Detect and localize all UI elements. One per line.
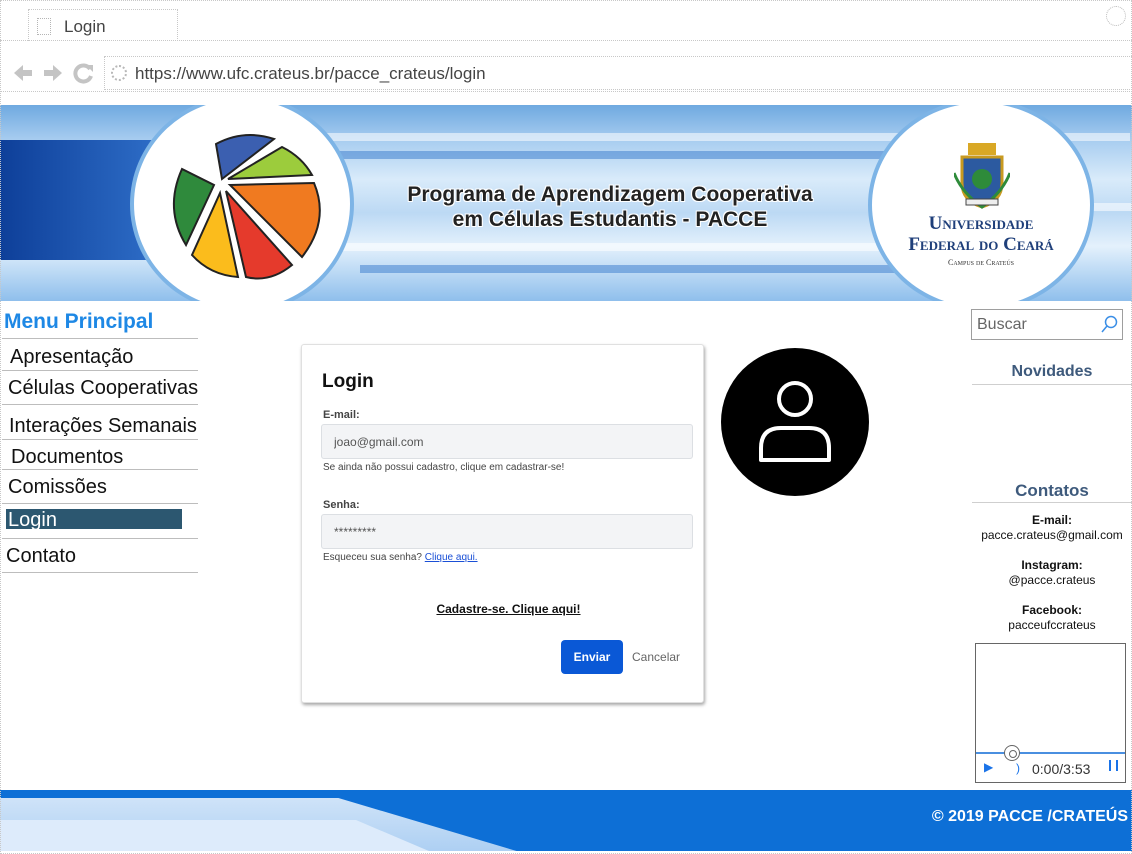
video-scrubber[interactable] [1004,745,1020,761]
footer: © 2019 PACCE /CRATEÚS [0,790,1132,851]
avatar [721,348,869,496]
video-progress-track[interactable] [976,752,1125,754]
email-label: E-mail: [323,409,360,421]
address-bar[interactable]: https://www.ufc.crateus.br/pacce_crateus… [104,56,1132,90]
video-player[interactable]: ▶ ) 0:00/3:53 [975,643,1126,783]
footer-copyright: © 2019 PACCE /CRATEÚS [931,808,1128,825]
page-icon [37,18,51,35]
banner-title-line2: em Células Estudantis - PACCE [452,208,768,231]
contact-email-label: E-mail: [1031,513,1072,527]
email-help-text: Se ainda não possui cadastro, clique em … [323,462,565,473]
menu-title: Menu Principal [4,310,154,333]
menu-divider [2,503,198,504]
forgot-password: Esqueceu sua senha? Clique aqui. [323,552,478,563]
university-name: Universidade Federal do Ceará [872,213,1090,255]
login-form: Login E-mail: Se ainda não possui cadast… [301,344,704,703]
banner-title: Programa de Aprendizagem Cooperativa em … [380,182,840,232]
video-time: 0:00/3:53 [1032,761,1091,777]
crest-icon [954,143,1010,209]
forward-arrow-icon[interactable] [42,62,64,84]
url-text[interactable]: https://www.ufc.crateus.br/pacce_crateus… [135,64,486,84]
forgot-password-text: Esqueceu sua senha? [323,552,422,563]
contact-facebook-value: pacceufccrateus [1008,618,1096,632]
site-banner: Programa de Aprendizagem Cooperativa em … [0,105,1132,301]
cancel-button[interactable]: Cancelar [632,650,680,664]
contact-instagram-label: Instagram: [1021,558,1083,572]
chrome-divider [0,91,1132,92]
password-field[interactable] [321,514,693,549]
login-title: Login [322,371,374,392]
contact-facebook-label: Facebook: [1021,603,1082,617]
menu-divider [2,572,198,573]
submit-button[interactable]: Enviar [561,640,623,674]
reload-icon[interactable] [73,62,95,84]
menu-item-contato[interactable]: Contato [6,545,76,568]
university-name-line2: Federal do Ceará [908,234,1054,255]
ufc-logo: Universidade Federal do Ceará Campus de … [868,105,1094,301]
news-heading: Novidades [1011,363,1093,380]
search-box[interactable]: Buscar [971,309,1123,340]
fullscreen-icon[interactable] [1109,760,1118,771]
pacce-logo-icon [173,134,321,280]
menu-item-login[interactable]: Login [6,509,182,529]
menu-item-apresentacao[interactable]: Apresentação [10,346,133,369]
loading-icon [111,65,127,81]
user-icon [759,381,831,462]
search-icon[interactable] [1100,315,1118,335]
contact-instagram-value: @pacce.crateus [1008,573,1096,587]
menu-divider [2,469,198,470]
contact-email-value: pacce.crateus@gmail.com [981,528,1123,542]
banner-title-line1: Programa de Aprendizagem Cooperativa [407,183,813,206]
tabbar-divider [0,40,1132,41]
menu-item-comissoes[interactable]: Comissões [8,476,107,499]
menu-item-interacoes-semanais[interactable]: Interações Semanais [9,415,197,438]
menu-divider [2,439,198,440]
menu-divider [2,338,198,339]
banner-stripe [300,243,920,251]
password-label: Senha: [323,499,360,511]
register-link[interactable]: Cadastre-se. Clique aqui! [302,602,715,616]
campus-name: Campus de Crateús [947,258,1014,267]
menu-divider [2,538,198,539]
menu-item-celulas-cooperativas[interactable]: Células Cooperativas [8,377,198,400]
contacts-heading: Contatos [1015,481,1089,500]
menu-divider [2,404,198,405]
email-field[interactable] [321,424,693,459]
menu-divider [2,370,198,371]
browser-tab[interactable]: Login [28,9,178,41]
pacce-logo [130,105,354,301]
contacts-divider [972,502,1132,503]
search-input[interactable]: Buscar [977,316,1027,334]
news-divider [972,384,1132,385]
play-icon[interactable]: ▶ [984,760,993,774]
banner-stripe [360,265,920,273]
forgot-password-link[interactable]: Clique aqui. [425,552,478,563]
menu-item-documentos[interactable]: Documentos [11,446,123,469]
tab-title: Login [64,17,106,36]
window-control-icon[interactable] [1106,6,1126,26]
volume-icon[interactable]: ) [1016,761,1020,775]
banner-stripe [330,151,890,159]
back-arrow-icon[interactable] [12,62,34,84]
university-name-line1: Universidade [928,213,1034,234]
